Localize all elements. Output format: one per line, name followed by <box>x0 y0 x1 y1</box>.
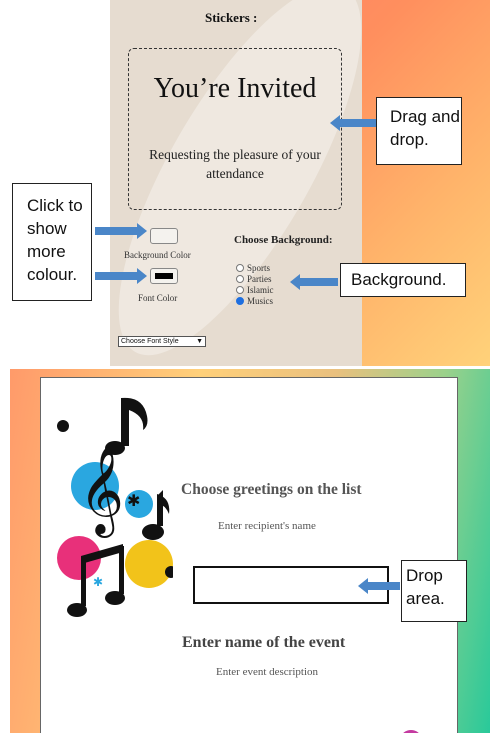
event-description-field[interactable]: Enter event description <box>216 666 318 678</box>
svg-text:✱: ✱ <box>127 491 140 510</box>
bg-option-label: Parties <box>247 274 272 284</box>
svg-text:✱: ✱ <box>93 575 103 589</box>
callout-drop-area-text: Drop area. <box>406 566 445 608</box>
invitation-editor-panel: Stickers : You’re Invited Requesting the… <box>110 0 490 366</box>
radio-icon[interactable] <box>236 264 244 272</box>
callout-background: Background. <box>340 263 466 297</box>
bg-option-label: Islamic <box>247 285 274 295</box>
callout-background-text: Background. <box>351 270 447 289</box>
invitation-preview-panel: 𝄞 ✱ ✱ Choose greetings on the list Enter… <box>10 369 490 733</box>
callout-drag-drop-text: Drag and drop. <box>390 107 460 149</box>
radio-checked-icon[interactable] <box>236 297 244 305</box>
radio-icon[interactable] <box>236 286 244 294</box>
choose-background-label: Choose Background: <box>234 234 333 246</box>
bg-option-label: Sports <box>247 263 271 273</box>
invite-subtitle[interactable]: Requesting the pleasure of your attendan… <box>139 145 331 183</box>
callout-drop-area: Drop area. <box>401 560 467 622</box>
arrow-right-icon <box>95 268 147 284</box>
font-style-select-value: Choose Font Style <box>121 338 179 345</box>
invitation-drop-zone[interactable]: You’re Invited Requesting the pleasure o… <box>128 48 342 210</box>
treble-clef-icon: 𝄞 <box>79 445 124 538</box>
background-color-button[interactable] <box>150 228 178 244</box>
recipient-name-field[interactable]: Enter recipient's name <box>218 520 316 532</box>
bg-option-islamic[interactable]: Islamic <box>236 285 274 295</box>
invite-title[interactable]: You’re Invited <box>129 73 341 105</box>
editor-background: Stickers : You’re Invited Requesting the… <box>110 0 406 366</box>
invitation-card: 𝄞 ✱ ✱ Choose greetings on the list Enter… <box>40 377 458 733</box>
arrow-left-icon <box>358 578 400 594</box>
event-name-field[interactable]: Enter name of the event <box>182 634 345 652</box>
callout-click-colour: Click to show more colour. <box>12 183 92 301</box>
music-notes-icon: 𝄞 ✱ ✱ <box>57 397 173 617</box>
arrow-left-icon <box>290 274 338 290</box>
arrow-left-icon <box>330 115 376 131</box>
bg-option-label: Musics <box>247 296 274 306</box>
greetings-title[interactable]: Choose greetings on the list <box>181 481 362 499</box>
callout-click-colour-text: Click to show more colour. <box>27 196 83 284</box>
bg-option-parties[interactable]: Parties <box>236 274 272 284</box>
font-color-button[interactable] <box>150 268 178 284</box>
background-color-label: Background Color <box>124 250 191 260</box>
radio-icon[interactable] <box>236 275 244 283</box>
font-style-select[interactable]: Choose Font Style ▼ <box>118 336 206 347</box>
chevron-down-icon: ▼ <box>196 338 203 345</box>
stickers-label: Stickers : <box>205 10 258 25</box>
decorative-blob-icon <box>403 730 419 733</box>
arrow-right-icon <box>95 223 147 239</box>
callout-drag-drop: Drag and drop. <box>376 97 462 165</box>
bg-option-sports[interactable]: Sports <box>236 263 270 273</box>
bg-option-musics[interactable]: Musics <box>236 296 273 306</box>
font-color-label: Font Color <box>138 293 178 303</box>
